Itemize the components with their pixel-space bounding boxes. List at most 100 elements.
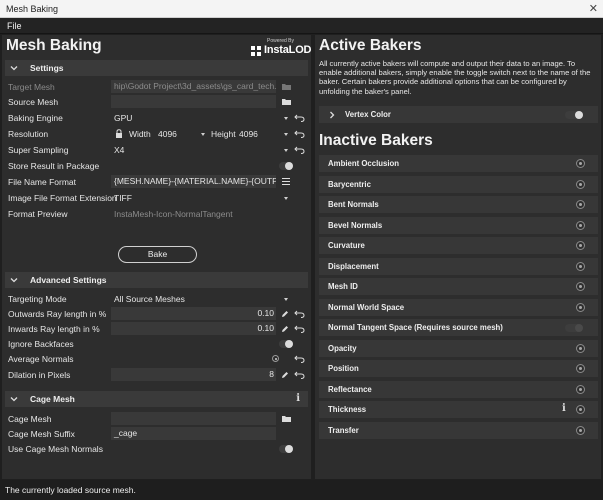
baker-enable-radio[interactable] — [576, 343, 585, 353]
average-normals-row: Average Normals — [8, 352, 308, 366]
advanced-settings-section-header[interactable]: Advanced Settings — [5, 272, 308, 288]
source-mesh-field[interactable] — [111, 95, 276, 108]
file-name-format-row: File Name Format {MESH.NAME}-{MATERIAL.N… — [8, 175, 308, 189]
file-menu[interactable]: File — [7, 21, 22, 31]
dilation-label: Dilation in Pixels — [8, 370, 71, 380]
baker-enable-radio[interactable] — [576, 364, 585, 373]
baker-enable-radio[interactable] — [576, 200, 585, 209]
reset-icon[interactable] — [294, 371, 305, 379]
baker-row[interactable]: Thickness i — [319, 401, 598, 418]
baker-row[interactable]: Curvature — [319, 237, 598, 254]
chevron-down-icon — [10, 395, 18, 403]
bake-button[interactable]: Bake — [118, 246, 197, 263]
baker-row[interactable]: Ambient Occlusion — [319, 155, 598, 172]
settings-section-header[interactable]: Settings — [5, 60, 308, 76]
use-cage-normals-toggle[interactable] — [279, 445, 293, 453]
baker-enable-radio[interactable] — [576, 179, 585, 189]
window-close-button[interactable]: ✕ — [589, 2, 598, 15]
outwards-ray-label: Outwards Ray length in % — [8, 309, 107, 319]
super-sampling-label: Super Sampling — [8, 145, 69, 155]
baker-enable-radio[interactable] — [576, 241, 585, 250]
reset-icon[interactable] — [294, 310, 305, 318]
ignore-backfaces-toggle[interactable] — [279, 340, 293, 348]
file-name-format-field[interactable]: {MESH.NAME}-{MATERIAL.NAME}-{OUTPUT.N — [111, 175, 276, 188]
edit-pencil-icon[interactable] — [281, 325, 289, 333]
chevron-down-icon — [284, 298, 288, 301]
cage-mesh-section-header[interactable]: Cage Mesh i — [5, 391, 308, 407]
baker-label: Normal World Space — [328, 302, 405, 312]
baker-label: Transfer — [328, 425, 359, 435]
outwards-ray-field[interactable]: 0.10 — [111, 307, 276, 320]
baker-row[interactable]: Transfer — [319, 421, 598, 439]
baker-enable-radio[interactable] — [576, 302, 585, 312]
instalod-brand-text: InstaLOD — [264, 44, 312, 56]
store-result-toggle[interactable] — [279, 162, 293, 170]
active-bakers-description: All currently active bakers will compute… — [319, 59, 591, 96]
baker-enable-radio[interactable] — [576, 220, 585, 230]
baker-enable-radio[interactable] — [576, 159, 585, 168]
baking-engine-select[interactable]: GPU — [114, 113, 132, 123]
edit-pencil-icon[interactable] — [281, 310, 289, 318]
store-result-row: Store Result in Package — [8, 159, 308, 173]
baker-enable-radio[interactable] — [576, 405, 585, 414]
targeting-mode-label: Targeting Mode — [8, 294, 67, 304]
use-cage-normals-label: Use Cage Mesh Normals — [8, 444, 103, 454]
cage-mesh-field[interactable] — [111, 412, 276, 425]
baker-enable-radio[interactable] — [576, 425, 585, 435]
list-icon[interactable] — [282, 178, 290, 185]
reset-icon[interactable] — [294, 114, 305, 122]
inactive-bakers-heading: Inactive Bakers — [319, 132, 433, 149]
edit-pencil-icon[interactable] — [281, 371, 289, 379]
folder-icon[interactable] — [282, 98, 291, 105]
reset-icon[interactable] — [294, 325, 305, 333]
baker-toggle[interactable] — [565, 324, 583, 332]
baker-enable-radio[interactable] — [576, 384, 585, 394]
folder-icon[interactable] — [282, 415, 291, 422]
targeting-mode-select[interactable]: All Source Meshes — [114, 294, 185, 304]
baker-label: Opacity — [328, 343, 357, 353]
cage-suffix-field[interactable]: _cage — [111, 427, 276, 440]
baker-label: Bevel Normals — [328, 220, 383, 230]
super-sampling-select[interactable]: X4 — [114, 145, 124, 155]
info-icon[interactable]: i — [562, 403, 566, 414]
image-ext-label: Image File Format Extension — [8, 193, 117, 203]
format-preview-label: Format Preview — [8, 209, 68, 219]
baker-row[interactable]: Reflectance — [319, 380, 598, 398]
baker-label: Ambient Occlusion — [328, 159, 400, 168]
dilation-field[interactable]: 8 — [111, 368, 276, 381]
baker-row[interactable]: Barycentric — [319, 175, 598, 193]
vertex-color-toggle[interactable] — [565, 111, 583, 119]
image-ext-select[interactable]: TIFF — [114, 193, 132, 203]
target-mesh-label: Target Mesh — [8, 82, 55, 92]
reset-icon[interactable] — [294, 355, 305, 363]
ignore-backfaces-row: Ignore Backfaces — [8, 337, 308, 351]
baker-enable-radio[interactable] — [576, 261, 585, 271]
chevron-down-icon — [201, 133, 205, 136]
status-bar: The currently loaded source mesh. — [0, 480, 603, 500]
average-normals-radio[interactable] — [272, 355, 279, 362]
inwards-ray-label: Inwards Ray length in % — [8, 324, 100, 334]
chevron-down-icon — [284, 117, 288, 120]
height-select[interactable]: 4096 — [239, 129, 258, 139]
settings-section-title: Settings — [30, 63, 64, 73]
baker-label: Normal Tangent Space (Requires source me… — [328, 323, 503, 332]
width-select[interactable]: 4096 — [158, 129, 177, 139]
lock-icon[interactable] — [115, 129, 123, 138]
baker-row[interactable]: Normal Tangent Space (Requires source me… — [319, 319, 598, 336]
baker-row[interactable]: Bevel Normals — [319, 216, 598, 234]
baker-row-vertex-color[interactable]: Vertex Color — [319, 106, 598, 123]
baker-row[interactable]: Position — [319, 360, 598, 377]
info-icon[interactable]: i — [296, 393, 300, 404]
baker-row[interactable]: Bent Normals — [319, 196, 598, 213]
inwards-ray-field[interactable]: 0.10 — [111, 322, 276, 335]
baker-label: Bent Normals — [328, 200, 379, 209]
reset-icon[interactable] — [294, 146, 305, 154]
baker-row[interactable]: Displacement — [319, 257, 598, 275]
super-sampling-row: Super Sampling X4 — [8, 143, 308, 157]
baker-row[interactable]: Normal World Space — [319, 298, 598, 316]
baker-row[interactable]: Opacity — [319, 339, 598, 357]
reset-icon[interactable] — [294, 130, 305, 138]
baker-enable-radio[interactable] — [576, 282, 585, 291]
baker-row[interactable]: Mesh ID — [319, 278, 598, 295]
window-titlebar: Mesh Baking ✕ — [0, 0, 603, 18]
